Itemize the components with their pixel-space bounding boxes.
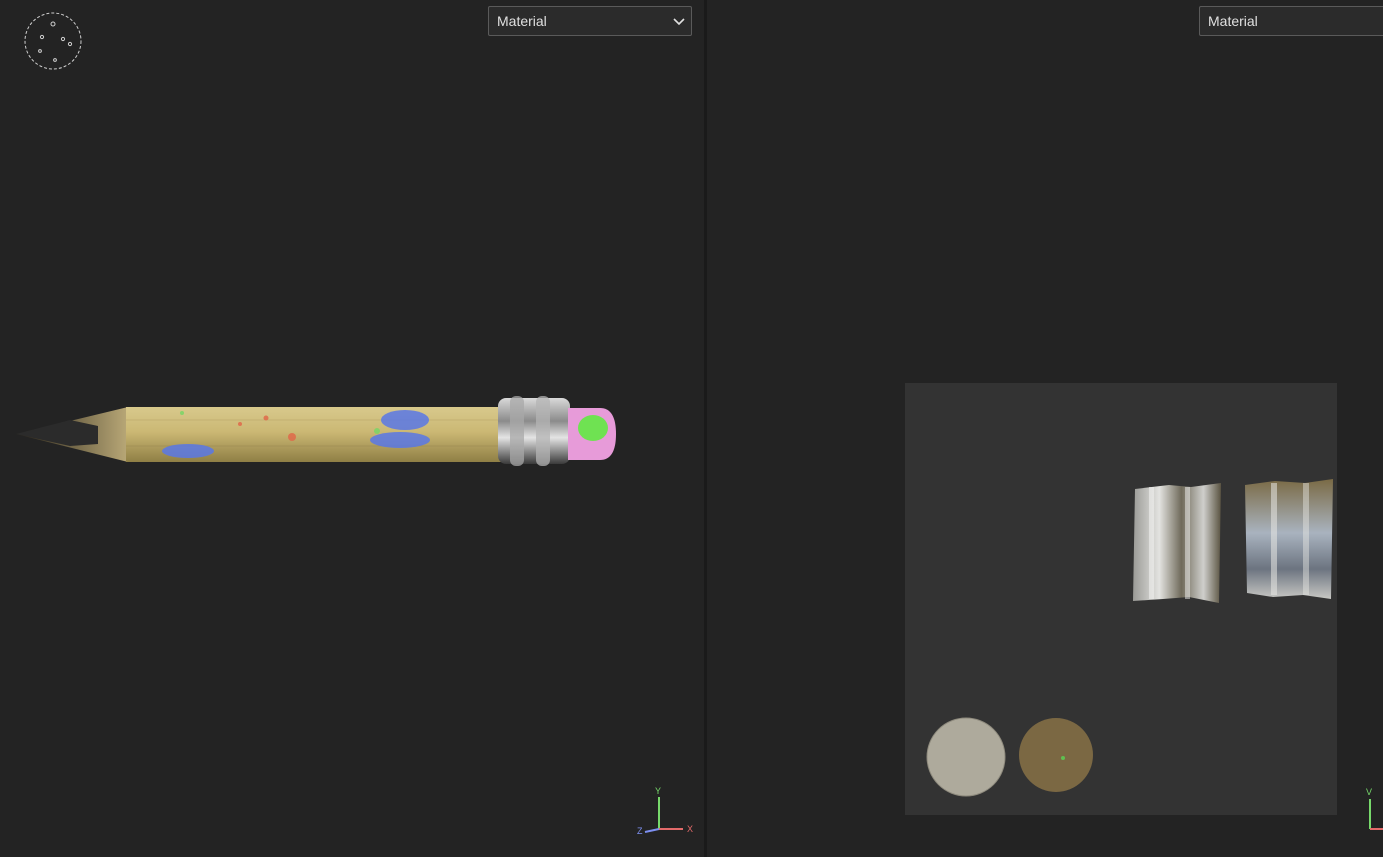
uv-viewport[interactable]: Material V (707, 0, 1383, 857)
axis-x-label: X (687, 824, 693, 834)
camera-gizmo-icon[interactable] (22, 10, 84, 72)
axis-gizmo-icon: Y X Z (637, 786, 693, 836)
3d-viewport[interactable]: Material Y X Z (0, 0, 704, 857)
chevron-down-icon (673, 18, 685, 26)
shading-mode-label: Material (497, 13, 547, 29)
uv-island-cap-1 (926, 717, 1006, 797)
uv-shading-mode-label: Material (1208, 13, 1258, 29)
pencil-model[interactable] (0, 380, 704, 490)
uv-shading-mode-dropdown[interactable]: Material (1199, 6, 1383, 36)
axis-z-label: Z (637, 826, 643, 836)
uv-island-ferrule-2 (1245, 479, 1333, 599)
shading-mode-dropdown[interactable]: Material (488, 6, 692, 36)
uv-axis-v-label: V (1366, 787, 1372, 797)
axis-y-label: Y (655, 786, 661, 796)
uv-island-cap-2 (1019, 718, 1093, 792)
uv-texture-canvas[interactable] (905, 383, 1337, 815)
uv-island-ferrule-1 (1133, 483, 1221, 603)
uv-axis-gizmo-icon: V (1366, 787, 1383, 830)
